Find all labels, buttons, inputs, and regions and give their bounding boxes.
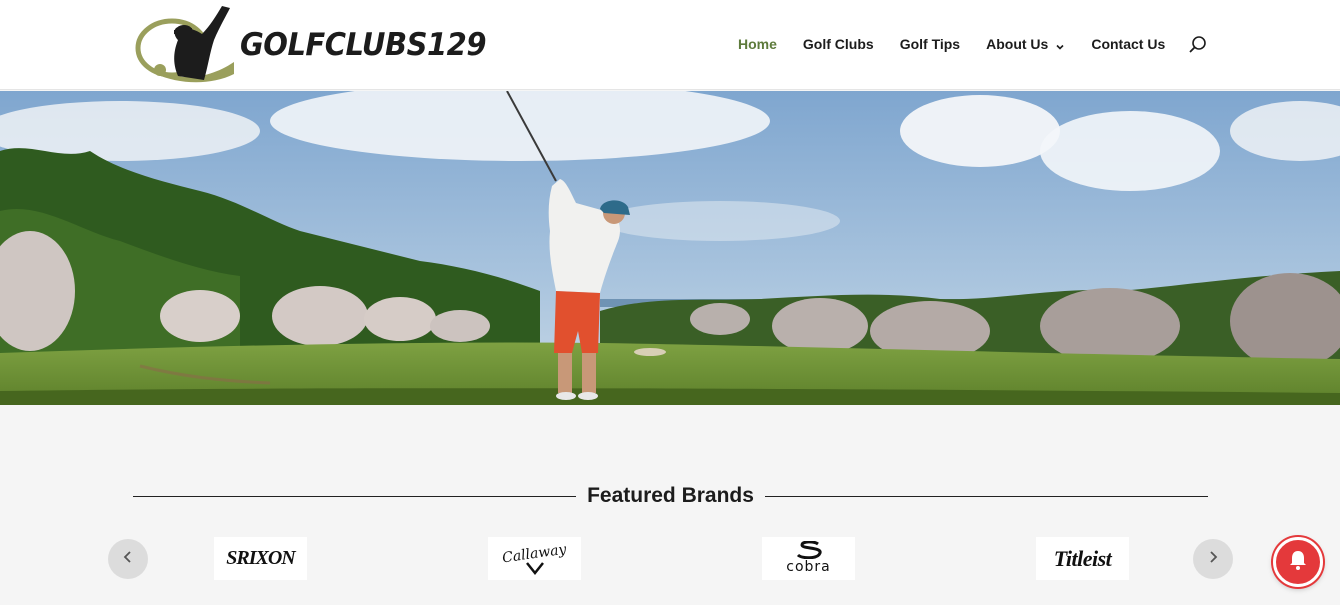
site-logo[interactable]: GOLFCLUBS129 [134,4,487,84]
nav-item-golf-clubs[interactable]: Golf Clubs [803,34,874,54]
callaway-chevron-icon [526,562,544,575]
search-icon[interactable] [1187,34,1209,56]
featured-brands-header: Featured Brands [133,483,1208,509]
carousel-next-button[interactable] [1193,539,1233,579]
chevron-right-icon [1206,550,1220,569]
brand-logo-titleist[interactable]: Titleist [1036,537,1129,580]
brand-logo-srixon[interactable]: SRIXON [214,537,307,580]
site-header: GOLFCLUBS129 Home Golf Clubs Golf Tips A… [0,0,1340,90]
nav-item-label: About Us [986,36,1049,52]
notification-bell-button[interactable] [1273,537,1323,587]
featured-brands-section: Featured Brands SRIXON Callaway cobra Ti… [0,405,1340,605]
site-logo-text: GOLFCLUBS129 [240,25,487,63]
nav-item-label: Home [738,36,777,52]
nav-item-about-us[interactable]: About Us [986,34,1065,54]
brand-name: cobra [786,558,831,575]
brand-name: Titleist [1053,545,1112,571]
main-nav: Home Golf Clubs Golf Tips About Us Conta… [738,34,1191,54]
golfer-swing-logo-icon [134,4,238,84]
nav-item-label: Contact Us [1091,36,1166,52]
nav-item-home[interactable]: Home [738,34,777,54]
divider [764,495,1208,497]
carousel-prev-button[interactable] [108,539,148,579]
chevron-left-icon [121,550,135,569]
nav-item-contact-us[interactable]: Contact Us [1091,34,1165,54]
brand-logo-cobra[interactable]: cobra [762,537,855,580]
brand-name: SRIXON [226,547,295,569]
brand-logo-callaway[interactable]: Callaway [488,537,581,580]
hero-image [0,91,1340,405]
nav-item-label: Golf Clubs [802,36,874,52]
featured-brands-heading: Featured Brands [587,484,754,507]
divider [133,495,577,497]
nav-item-label: Golf Tips [899,36,961,52]
nav-item-golf-tips[interactable]: Golf Tips [900,34,960,54]
cobra-snake-icon [796,541,822,559]
chevron-down-icon [1055,39,1065,50]
bell-icon [1286,548,1310,577]
